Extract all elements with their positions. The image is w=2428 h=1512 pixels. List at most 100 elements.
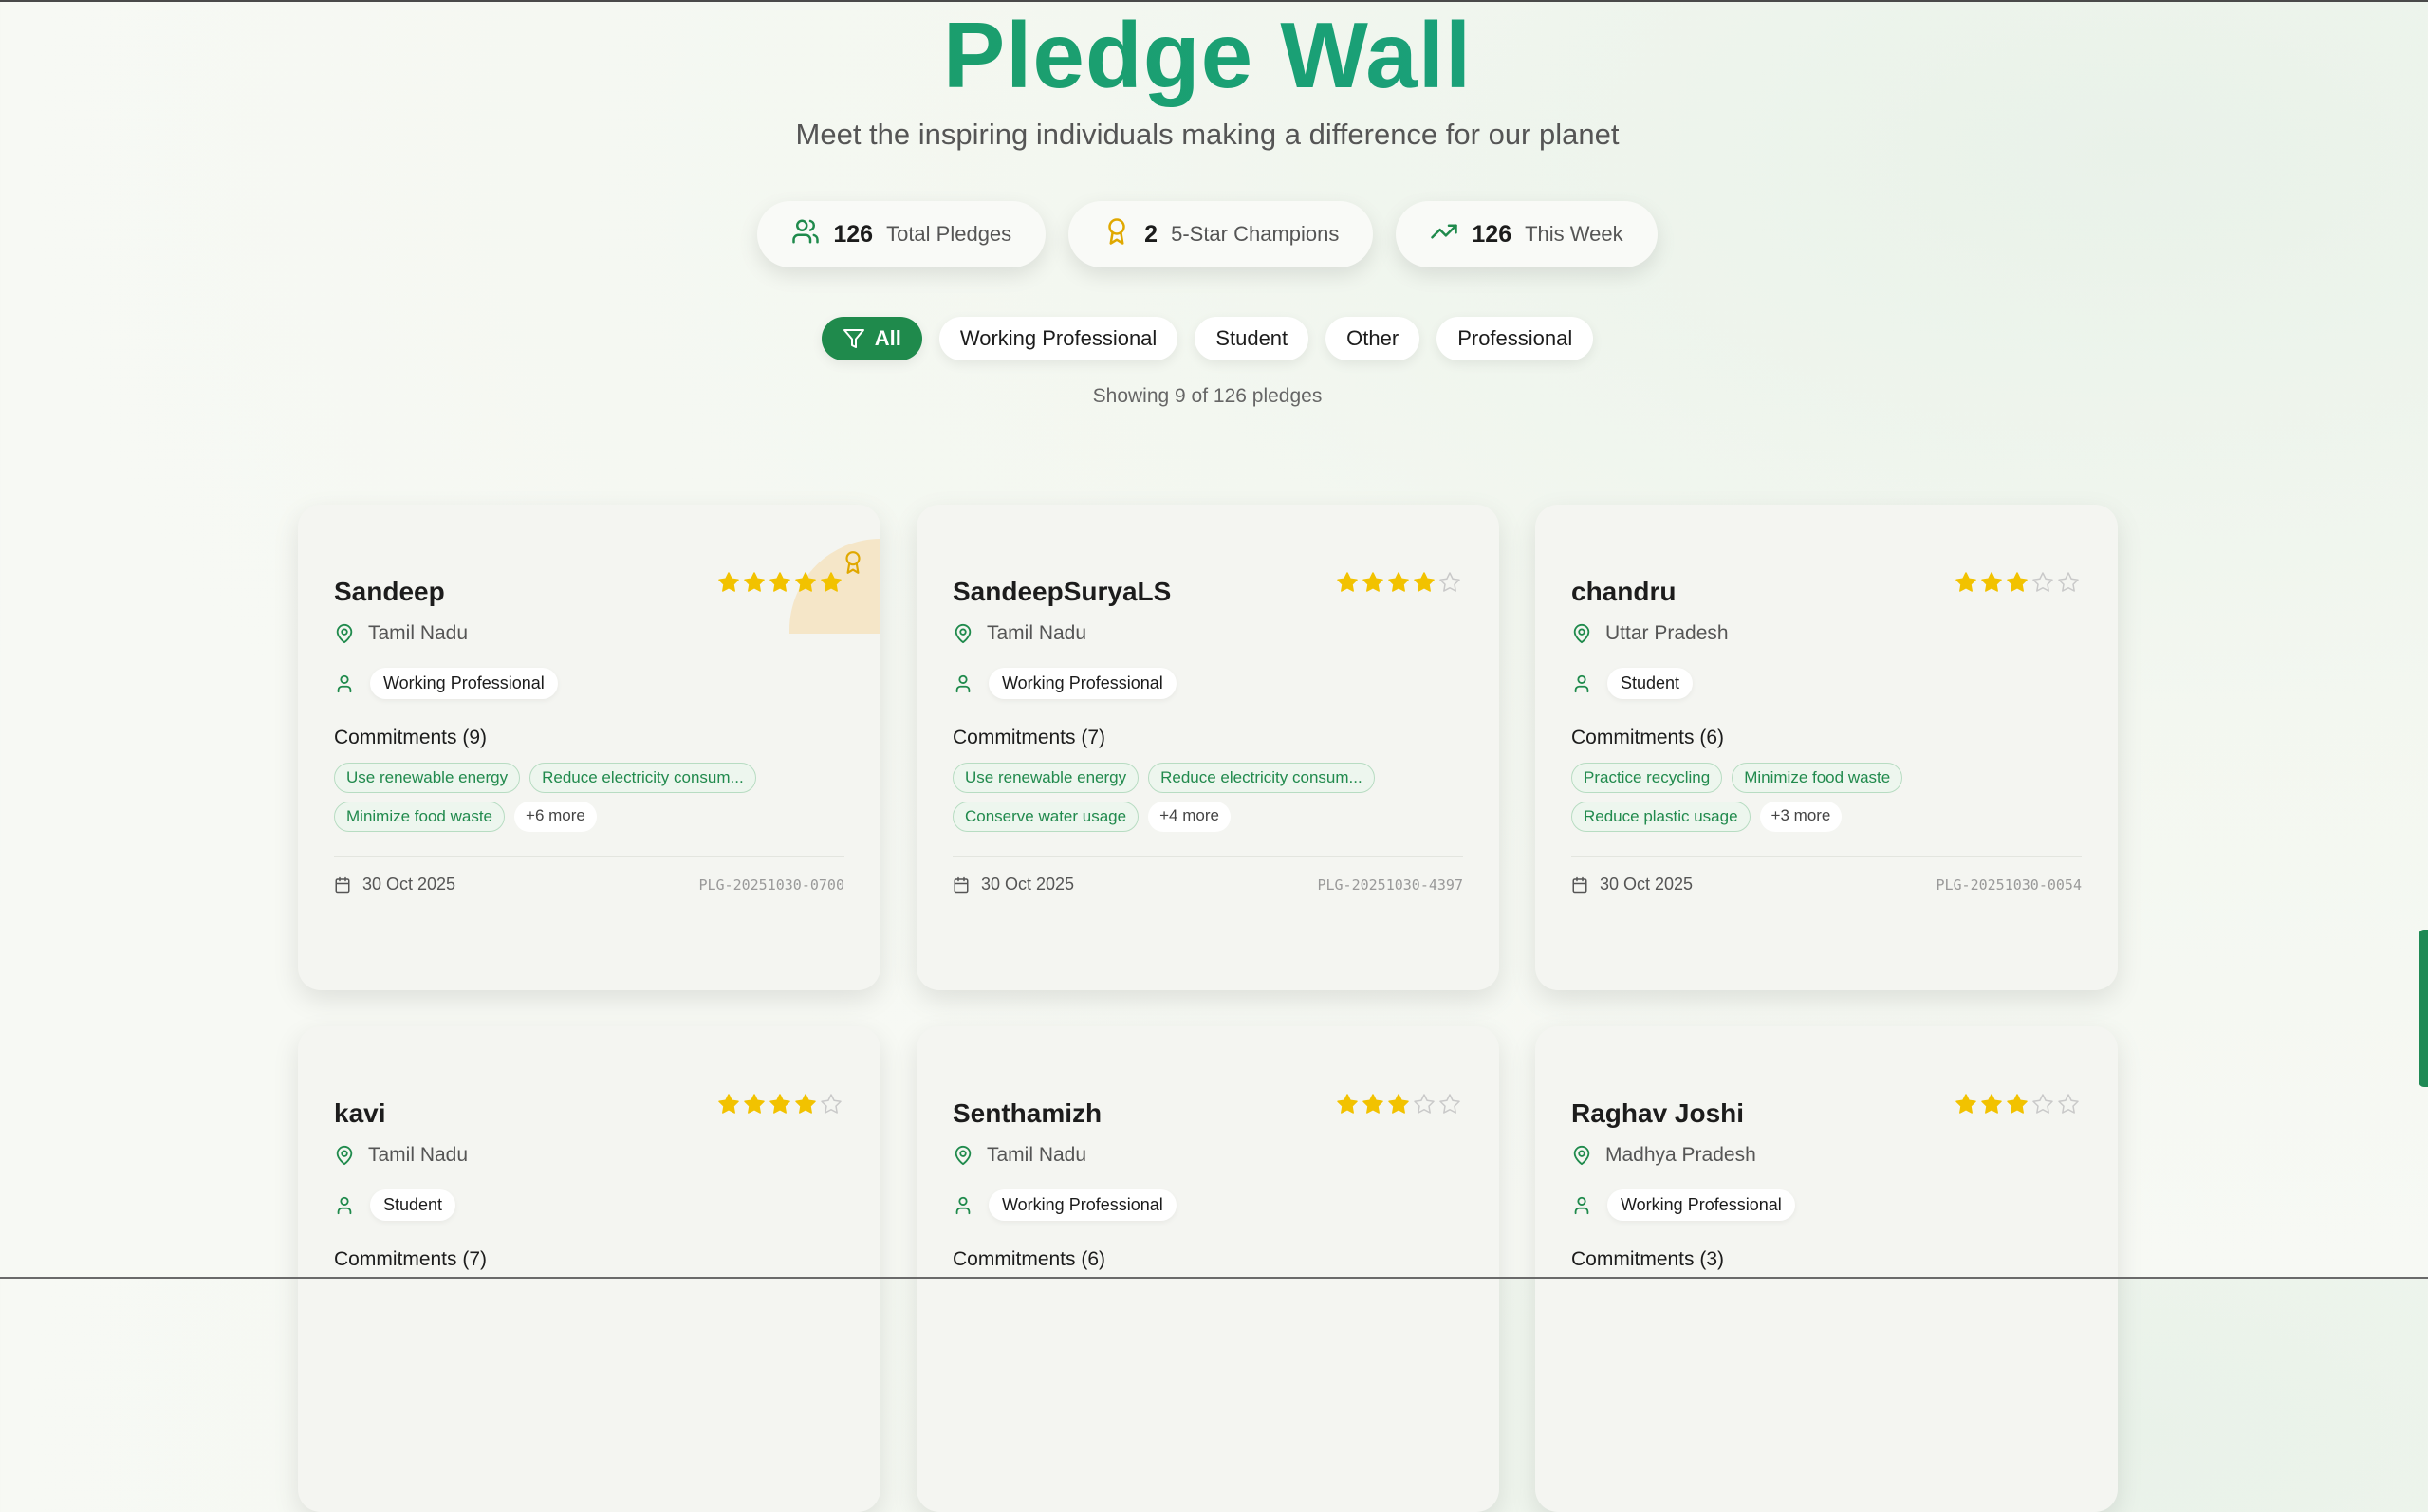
- user-icon: [955, 1196, 971, 1214]
- star-filled-icon: [769, 1094, 790, 1114]
- pledger-name: chandru: [1571, 577, 1677, 606]
- pledge-card[interactable]: Raghav Joshi Madhya Pradesh Working Prof…: [1535, 1026, 2118, 1512]
- star-filled-icon: [795, 1094, 816, 1114]
- filter-label: All: [874, 326, 901, 350]
- filter-working-professional-button[interactable]: Working Professional: [938, 317, 1178, 360]
- stat-value: 126: [833, 220, 874, 248]
- map-pin-icon: [1573, 1145, 1590, 1166]
- filter-bar: All Working Professional Student Other P…: [0, 317, 2415, 360]
- pledge-date: 30 Oct 2025: [334, 875, 455, 894]
- star-rating: [1955, 571, 2080, 594]
- star-filled-icon: [1981, 1094, 2002, 1114]
- pledge-card[interactable]: chandru Uttar Pradesh Student Commitment…: [1535, 505, 2118, 990]
- category: Working Professional: [334, 668, 558, 699]
- star-rating: [1955, 1093, 2080, 1116]
- pledge-card[interactable]: Sandeep Tamil Nadu Working Professional …: [298, 505, 880, 990]
- map-pin-icon: [955, 623, 972, 644]
- commitments-heading: Commitments (7): [953, 727, 1106, 748]
- user-icon: [1574, 1196, 1589, 1214]
- stat-label: 5-Star Champions: [1171, 222, 1340, 246]
- card-divider: [953, 856, 1463, 857]
- commitment-tag: Reduce electricity consum...: [1148, 763, 1375, 793]
- pledge-id: PLG-20251030-4397: [1317, 876, 1463, 894]
- map-pin-icon: [336, 1145, 353, 1166]
- star-filled-icon: [744, 572, 765, 592]
- star-empty-icon: [2032, 572, 2053, 592]
- commitments-heading: Commitments (3): [1571, 1248, 1725, 1270]
- stat-value: 126: [1472, 220, 1512, 248]
- more-commitments-badge[interactable]: +4 more: [1148, 802, 1231, 832]
- location-text: Tamil Nadu: [368, 1144, 469, 1166]
- star-rating: [1336, 1093, 1461, 1116]
- filter-other-button[interactable]: Other: [1325, 317, 1420, 360]
- star-filled-icon: [1955, 572, 1976, 592]
- pledge-card[interactable]: SandeepSuryaLS Tamil Nadu Working Profes…: [917, 505, 1499, 990]
- location: Uttar Pradesh: [1571, 622, 1729, 645]
- commitment-tag: Minimize food waste: [334, 802, 506, 832]
- star-filled-icon: [1414, 572, 1435, 592]
- pledge-card[interactable]: Senthamizh Tamil Nadu Working Profession…: [917, 1026, 1499, 1512]
- commitments-heading: Commitments (6): [1571, 727, 1725, 748]
- star-filled-icon: [769, 572, 790, 592]
- star-empty-icon: [1439, 572, 1460, 592]
- commitment-tags: Use renewable energy Reduce electricity …: [334, 763, 846, 832]
- filter-all-button[interactable]: All: [821, 317, 922, 360]
- user-icon: [955, 674, 971, 692]
- map-pin-icon: [336, 623, 353, 644]
- calendar-icon: [335, 876, 350, 893]
- filter-professional-button[interactable]: Professional: [1436, 317, 1594, 360]
- commitment-tag: Use renewable energy: [334, 763, 521, 793]
- award-icon: [1103, 217, 1131, 251]
- filter-student-button[interactable]: Student: [1195, 317, 1309, 360]
- location-text: Madhya Pradesh: [1605, 1144, 1756, 1166]
- map-pin-icon: [1573, 623, 1590, 644]
- stat-label: This Week: [1525, 222, 1623, 246]
- star-filled-icon: [744, 1094, 765, 1114]
- scrollbar-thumb[interactable]: [2419, 930, 2428, 1087]
- stat-five-star-champions: 2 5-Star Champions: [1068, 201, 1374, 267]
- commitment-tags: Practice recycling Minimize food waste R…: [1571, 763, 2084, 832]
- category: Student: [334, 1189, 456, 1221]
- pledge-card[interactable]: kavi Tamil Nadu Student Commitments (7): [298, 1026, 880, 1512]
- location: Tamil Nadu: [334, 1144, 468, 1167]
- commitments-heading: Commitments (6): [953, 1248, 1106, 1270]
- commitment-tag: Use renewable energy: [953, 763, 1140, 793]
- commitment-tag: Reduce plastic usage: [1571, 802, 1751, 832]
- date-text: 30 Oct 2025: [1600, 875, 1694, 894]
- pledge-date: 30 Oct 2025: [1571, 875, 1693, 894]
- pledger-name: SandeepSuryaLS: [953, 577, 1172, 606]
- star-filled-icon: [2007, 572, 2028, 592]
- pledge-date: 30 Oct 2025: [953, 875, 1074, 894]
- users-icon: [791, 217, 820, 251]
- star-filled-icon: [821, 572, 842, 592]
- trending-up-icon: [1430, 217, 1458, 251]
- page-title: Pledge Wall: [0, 0, 2415, 112]
- stat-this-week: 126 This Week: [1396, 201, 1658, 267]
- star-filled-icon: [1388, 572, 1409, 592]
- star-empty-icon: [2058, 572, 2079, 592]
- star-rating: [717, 1093, 843, 1116]
- page-subtitle: Meet the inspiring individuals making a …: [795, 118, 1620, 151]
- star-empty-icon: [1439, 1094, 1460, 1114]
- date-text: 30 Oct 2025: [362, 875, 456, 894]
- pledge-id: PLG-20251030-0054: [1936, 876, 2082, 894]
- pledger-name: Sandeep: [334, 577, 445, 606]
- location: Tamil Nadu: [953, 622, 1086, 645]
- category-badge: Working Professional: [989, 1189, 1177, 1221]
- star-filled-icon: [1955, 1094, 1976, 1114]
- star-filled-icon: [718, 1094, 739, 1114]
- pledger-name: Senthamizh: [953, 1098, 1103, 1128]
- filter-icon: [843, 327, 865, 350]
- user-icon: [337, 1196, 352, 1214]
- card-divider: [1571, 856, 2082, 857]
- pledger-name: Raghav Joshi: [1571, 1098, 1745, 1128]
- more-commitments-badge[interactable]: +6 more: [514, 802, 597, 832]
- stat-value: 2: [1144, 220, 1158, 248]
- more-commitments-badge[interactable]: +3 more: [1759, 802, 1843, 832]
- pledge-grid: Sandeep Tamil Nadu Working Professional …: [298, 505, 2118, 1512]
- user-icon: [337, 674, 352, 692]
- pledge-id: PLG-20251030-0700: [698, 876, 844, 894]
- commitment-tag: Practice recycling: [1571, 763, 1723, 793]
- stat-total-pledges: 126 Total Pledges: [757, 201, 1047, 267]
- calendar-icon: [954, 876, 969, 893]
